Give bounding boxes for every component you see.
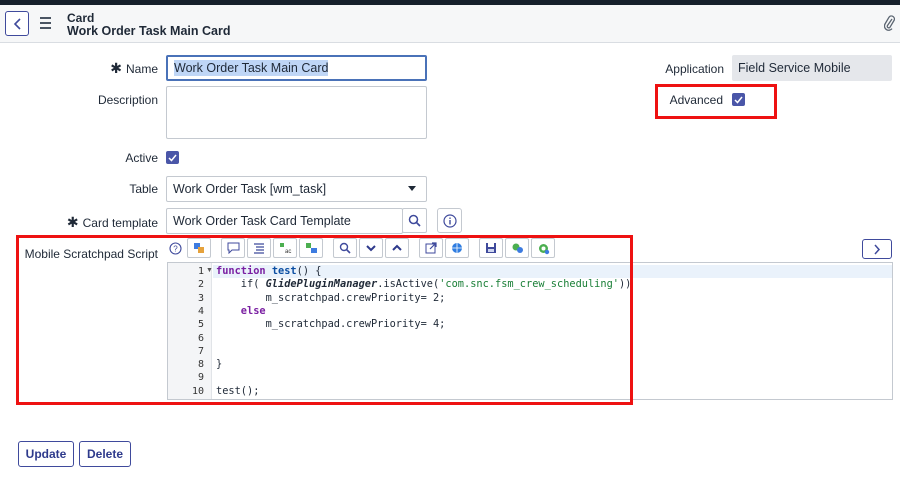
card-template-value: Work Order Task Card Template — [173, 214, 351, 228]
info-button[interactable] — [437, 208, 462, 233]
description-label: Description — [97, 93, 158, 107]
checkmark-icon — [168, 154, 177, 162]
table-label: Table — [129, 182, 158, 196]
info-icon — [442, 213, 457, 228]
active-checkbox[interactable] — [166, 151, 179, 164]
description-textarea[interactable] — [166, 86, 427, 139]
chevron-left-icon — [13, 17, 21, 30]
form-header: Card Work Order Task Main Card — [0, 5, 900, 43]
update-button[interactable]: Update — [18, 441, 74, 467]
lookup-button[interactable] — [402, 208, 427, 233]
active-label: Active — [125, 151, 158, 165]
required-asterisk-icon: ✱ — [66, 214, 79, 230]
record-type: Card — [67, 11, 95, 25]
search-icon — [408, 214, 421, 227]
name-label: ✱ Name — [110, 60, 158, 76]
card-template-input[interactable]: Work Order Task Card Template — [166, 208, 403, 234]
chevron-right-icon — [874, 244, 881, 254]
card-template-label: ✱ Card template — [66, 214, 158, 230]
required-asterisk-icon: ✱ — [110, 60, 122, 76]
back-button[interactable] — [5, 11, 29, 36]
script-highlight-box — [16, 235, 633, 405]
hamburger-menu-icon[interactable] — [40, 17, 51, 29]
expand-script-button[interactable] — [862, 239, 892, 259]
advanced-highlight-box — [655, 84, 777, 119]
table-value: Work Order Task [wm_task] — [173, 182, 327, 196]
name-input[interactable]: Work Order Task Main Card — [166, 55, 427, 81]
paperclip-icon[interactable] — [883, 15, 896, 36]
caret-down-icon — [408, 186, 416, 191]
application-label: Application — [665, 62, 724, 76]
name-value: Work Order Task Main Card — [174, 60, 329, 76]
application-field: Field Service Mobile — [732, 55, 892, 81]
record-title: Work Order Task Main Card — [67, 24, 231, 38]
delete-button[interactable]: Delete — [79, 441, 131, 467]
table-select[interactable]: Work Order Task [wm_task] — [166, 176, 427, 202]
